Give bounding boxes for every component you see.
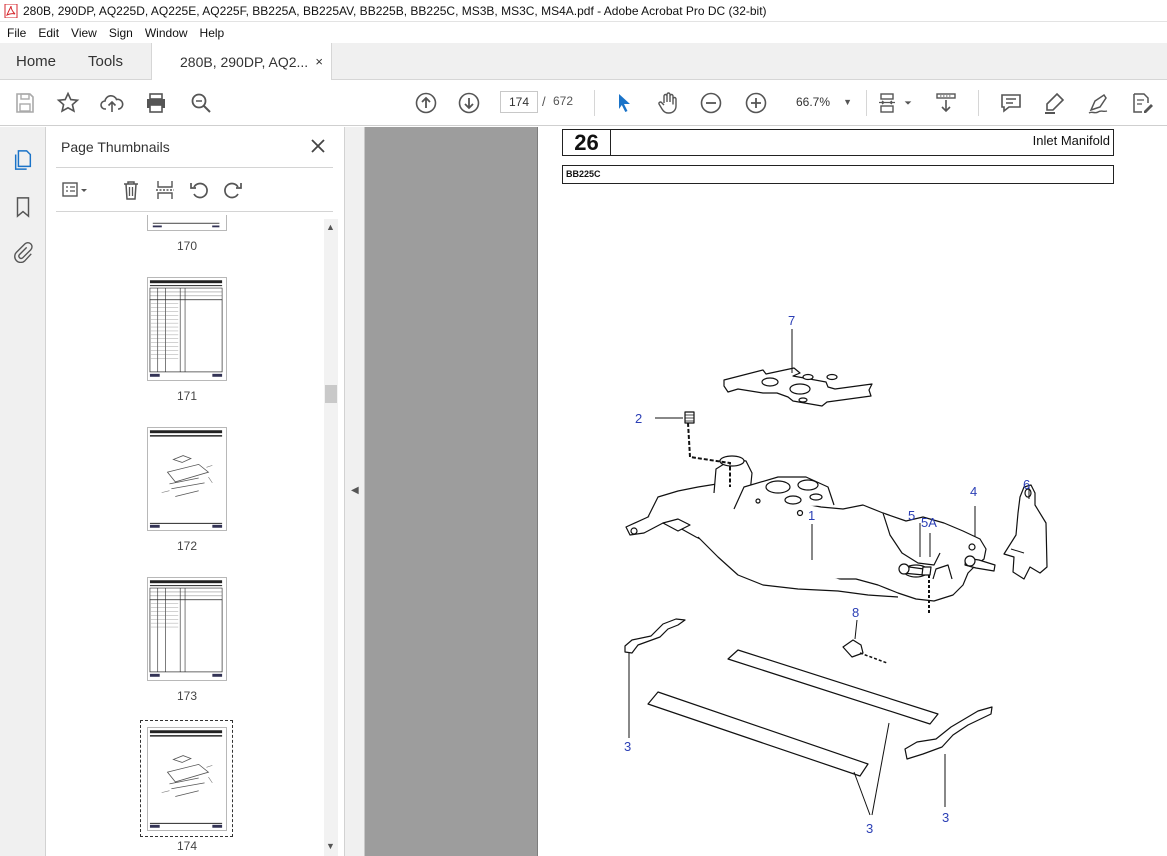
callout-label: 7 — [788, 313, 795, 328]
zoom-in-icon[interactable] — [743, 90, 769, 116]
scroll-down-icon[interactable]: ▼ — [326, 841, 335, 851]
thumbnail-label: 172 — [176, 539, 198, 553]
divider — [56, 167, 333, 168]
scroll-mode-icon[interactable] — [933, 90, 959, 116]
thumbnail-label: 171 — [176, 389, 198, 403]
callout-label: 5 — [908, 508, 915, 523]
panel-title: Page Thumbnails — [61, 139, 170, 155]
callout-label: 2 — [635, 411, 642, 426]
callout-label: 3 — [624, 739, 631, 754]
menu-help[interactable]: Help — [195, 26, 230, 40]
callout-label: 4 — [970, 484, 977, 499]
menu-edit[interactable]: Edit — [33, 26, 64, 40]
chevron-down-icon: ▼ — [843, 97, 852, 107]
scroll-up-icon[interactable]: ▲ — [326, 222, 335, 232]
page-up-icon[interactable] — [413, 90, 439, 116]
chevron-down-icon[interactable] — [902, 90, 914, 116]
extract-page-icon[interactable] — [153, 178, 177, 202]
tab-home[interactable]: Home — [16, 43, 56, 80]
thumbnail-label: 170 — [176, 239, 198, 253]
panel-collapse-handle[interactable]: ◀ — [345, 127, 365, 856]
zoom-select[interactable]: 66.7% ▼ — [788, 91, 858, 113]
callout-label: 1 — [808, 508, 815, 523]
sensor-part — [842, 639, 864, 658]
comment-icon[interactable] — [998, 90, 1024, 116]
highlight-icon[interactable] — [1041, 90, 1067, 116]
toolbar: 174 / 672 66.7% ▼ — [0, 80, 1167, 126]
divider — [56, 211, 333, 212]
thumbnail-page[interactable] — [147, 427, 227, 531]
callout-label: 8 — [852, 605, 859, 620]
exploded-parts-diagram: 7 2 1 5 5A 4 6 8 3 3 3 7291 — [624, 313, 1048, 836]
menu-view[interactable]: View — [66, 26, 102, 40]
callout-label: 5A — [921, 515, 937, 530]
page-down-icon[interactable] — [456, 90, 482, 116]
tab-tools[interactable]: Tools — [88, 43, 123, 80]
tab-document[interactable]: 280B, 290DP, AQ2... × — [151, 43, 332, 80]
acrobat-window: 280B, 290DP, AQ225D, AQ225E, AQ225F, BB2… — [0, 0, 1167, 856]
tab-document-label: 280B, 290DP, AQ2... — [180, 53, 309, 70]
close-icon[interactable] — [308, 136, 328, 156]
toolbar-divider — [866, 90, 867, 116]
delete-page-icon[interactable] — [119, 178, 143, 202]
menu-sign[interactable]: Sign — [104, 26, 138, 40]
left-rail — [0, 127, 46, 856]
bookmark-star-icon[interactable] — [55, 90, 81, 116]
pdf-page: 26 Inlet Manifold BB225C 7 2 1 5 5A 4 6 … — [537, 127, 1167, 856]
callout-label: 6 — [1023, 477, 1030, 492]
zoom-search-icon[interactable] — [188, 90, 214, 116]
section-title: Inlet Manifold — [1032, 133, 1110, 148]
window-title: 280B, 290DP, AQ225D, AQ225E, AQ225F, BB2… — [23, 3, 767, 18]
thumbnail-page[interactable] — [147, 277, 227, 381]
upload-icon[interactable] — [99, 90, 125, 116]
bookmarks-icon[interactable] — [10, 194, 36, 220]
gasket-strip-lower-part — [647, 691, 869, 777]
thumbnail-page-selected[interactable] — [147, 727, 227, 831]
edit-pdf-icon[interactable] — [1129, 90, 1155, 116]
thumbnail-label: 174 — [176, 839, 198, 853]
page-total: 672 — [553, 94, 574, 108]
callout-label: 3 — [866, 821, 873, 836]
document-area: ◀ 26 Inlet Manifold BB225C 7 2 1 5 5A 4 … — [345, 127, 1167, 856]
thumbnail-scrollbar[interactable]: ▲ ▼ — [324, 219, 338, 856]
thumbnail-options-icon[interactable] — [59, 178, 93, 202]
title-bar: 280B, 290DP, AQ225D, AQ225E, AQ225F, BB2… — [0, 0, 1167, 22]
section-number: 26 — [563, 130, 611, 155]
collapse-left-icon[interactable]: ◀ — [351, 485, 359, 496]
select-pointer-icon[interactable] — [611, 90, 637, 116]
thumbnails-panel: Page Thumbnails 170 171 172 173 174 ▲ ▼ — [46, 127, 345, 856]
save-icon[interactable] — [12, 90, 38, 116]
scroll-thumb[interactable] — [325, 385, 337, 403]
thumbnail-label: 173 — [176, 689, 198, 703]
thumbnail-list: 170 171 172 173 174 — [46, 215, 334, 856]
hand-icon[interactable] — [655, 90, 681, 116]
menu-window[interactable]: Window — [140, 26, 193, 40]
toolbar-divider — [978, 90, 979, 116]
menu-file[interactable]: File — [2, 26, 31, 40]
menu-bar: File Edit View Sign Window Help — [0, 22, 1167, 43]
tab-bar: Home Tools 280B, 290DP, AQ2... × — [0, 43, 1167, 80]
page-fit-icon[interactable] — [876, 90, 902, 116]
close-tab-icon[interactable]: × — [315, 54, 323, 69]
gasket-strip-upper-part — [727, 649, 939, 725]
sign-icon[interactable] — [1085, 90, 1111, 116]
toolbar-divider — [594, 90, 595, 116]
thumbnail-page[interactable] — [147, 215, 227, 231]
acrobat-icon — [4, 3, 18, 18]
thumbnail-page[interactable] — [147, 577, 227, 681]
section-header: 26 Inlet Manifold — [562, 129, 1114, 156]
bracket-part — [1003, 484, 1048, 580]
zoom-value: 66.7% — [796, 95, 831, 109]
model-label: BB225C — [562, 165, 1114, 184]
gasket-left-part — [624, 618, 686, 654]
page-thumbnails-icon[interactable] — [10, 147, 36, 173]
callout-label: 3 — [942, 810, 949, 825]
attachments-icon[interactable] — [10, 239, 36, 265]
print-icon[interactable] — [143, 90, 169, 116]
page-separator: / — [542, 94, 546, 109]
page-number-input[interactable]: 174 — [500, 91, 538, 113]
rotate-cw-icon[interactable] — [221, 178, 245, 202]
zoom-out-icon[interactable] — [698, 90, 724, 116]
rotate-ccw-icon[interactable] — [187, 178, 211, 202]
